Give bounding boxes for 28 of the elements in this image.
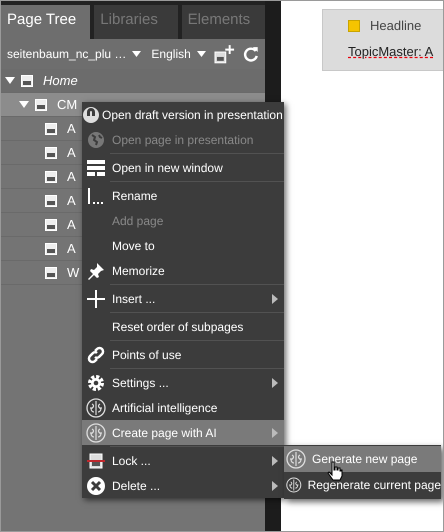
topic-text: TopicMaster: A bbox=[348, 42, 434, 61]
tree-item-label: A bbox=[67, 168, 76, 186]
tree-item-label: CM bbox=[57, 96, 78, 114]
tree-item-label: W bbox=[67, 264, 80, 282]
menu-item-label: Insert ... bbox=[111, 290, 156, 308]
tree-item-label: Home bbox=[43, 72, 78, 90]
menu-item-label: Open page in presentation bbox=[111, 132, 254, 148]
menu-item-label: Move to bbox=[111, 238, 156, 254]
menu-item-label: Open draft version in presentation bbox=[101, 106, 283, 124]
menu-item-label: Add page bbox=[111, 212, 164, 230]
submenu-item-label: Generate new page bbox=[312, 451, 418, 468]
menu-item-label: Settings ... bbox=[111, 374, 170, 392]
menu-item-label: Open in new window bbox=[111, 160, 224, 176]
submenu-item-label: Regenerate current page bbox=[308, 477, 441, 494]
menu-item-label: Points of use bbox=[111, 346, 182, 364]
menu-item-label: Create page with AI bbox=[111, 424, 218, 442]
menu-item-label: Rename bbox=[111, 188, 158, 204]
menu-item-label: Delete ... bbox=[111, 478, 162, 494]
tree-item-label: A bbox=[67, 192, 76, 210]
tree-item-label: A bbox=[67, 120, 76, 138]
tree-item-label: A bbox=[67, 144, 76, 162]
menu-item-label: Memorize bbox=[111, 262, 166, 280]
tree-item-label: A bbox=[67, 216, 76, 234]
menu-item-label: Artificial intelligence bbox=[111, 400, 218, 416]
menu-item-label: Reset order of subpages bbox=[111, 318, 244, 336]
tree-item-label: A bbox=[67, 240, 76, 258]
headline-text: Headline bbox=[370, 17, 422, 35]
menu-item-label: Lock ... bbox=[111, 452, 152, 470]
